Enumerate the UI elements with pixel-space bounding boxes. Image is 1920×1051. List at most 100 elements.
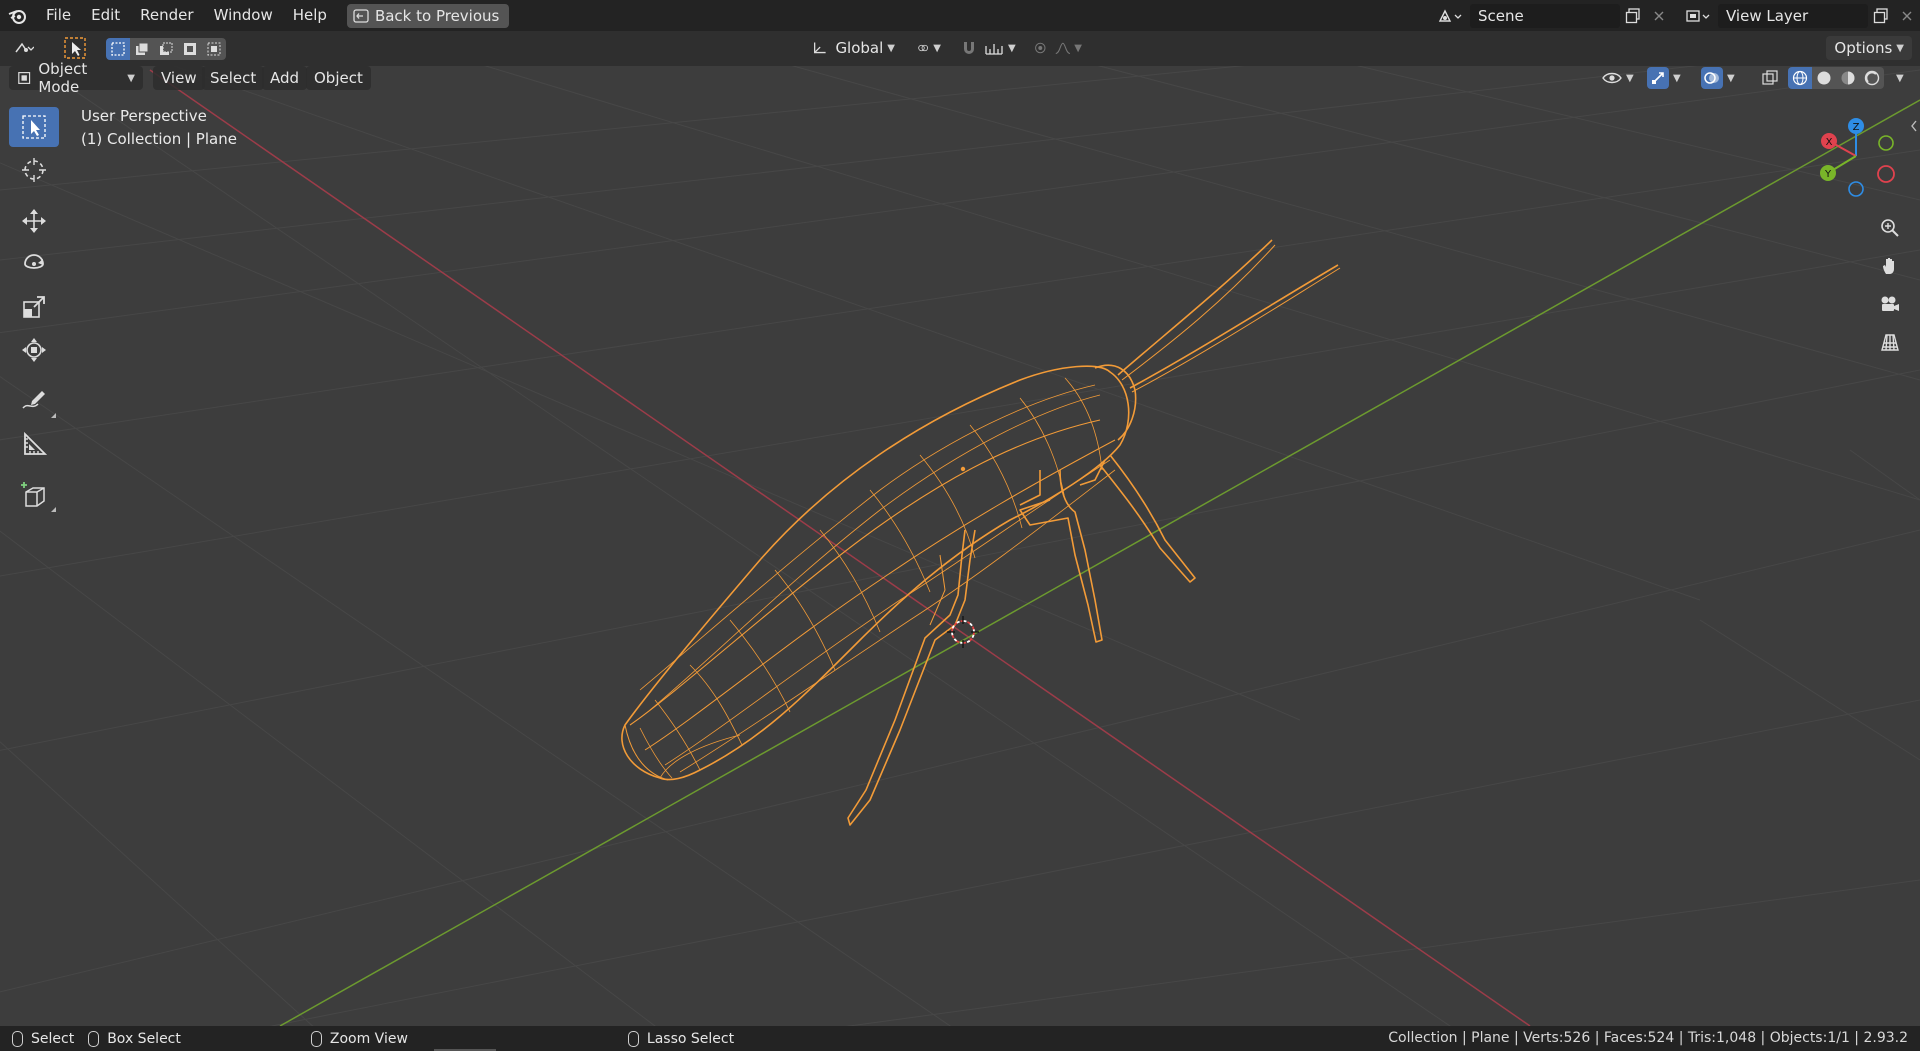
gizmo-neg-x-icon[interactable] [1877,165,1895,183]
snap-magnet-icon [964,42,974,54]
new-view-layer-icon[interactable] [1868,4,1894,28]
proportional-editing-controls[interactable]: ▼ [1026,36,1090,60]
proportional-edit-icon [1035,42,1046,54]
navigation-gizmo[interactable]: Z X Y [1806,111,1906,201]
cursor-tool[interactable] [9,150,59,190]
scale-icon [23,296,45,318]
chevron-down-icon: ▼ [1673,72,1681,84]
3d-viewport[interactable]: User Perspective (1) Collection | Plane … [0,31,1920,1026]
overlays-toggle[interactable]: ▼ [1698,66,1744,90]
3d-cursor-marker[interactable] [947,616,979,648]
floor-grid [0,39,1920,1026]
pan-hand-icon[interactable] [1873,249,1907,283]
insect-wireframe-mesh[interactable] [621,239,1341,826]
overlays-icon[interactable] [1701,67,1723,89]
delete-view-layer-icon[interactable] [1894,4,1920,28]
gizmo-neg-z-icon[interactable] [1848,181,1864,197]
annotate-tool[interactable] [9,381,59,421]
mode-difference-selection-icon[interactable] [178,38,202,60]
select-box-tool[interactable] [9,107,59,147]
annotate-pencil-icon [22,391,45,409]
snapping-controls[interactable]: ▼ [952,36,1024,60]
status-bar: Select Box Select Zoom View Lasso Select… [0,1026,1920,1051]
chevron-down-icon: ▼ [1896,42,1904,54]
mouse-right-icon [627,1030,639,1047]
add-cube-tool[interactable] [9,475,59,515]
options-dropdown[interactable]: Options ▼ [1826,36,1912,60]
view-layer-name-field[interactable]: View Layer [1718,3,1868,28]
y-axis-line [279,99,1920,1026]
hint-box-select: Box Select [88,1030,181,1047]
interaction-mode-dropdown[interactable]: Object Mode ▼ [9,60,143,96]
hint-lasso-select-label: Lasso Select [646,1030,735,1047]
chevron-down-icon: ▼ [1074,42,1082,54]
tool-variants-indicator [51,507,56,512]
scene-name-field[interactable]: Scene [1470,3,1620,28]
viewport-scene [0,39,1920,1026]
snap-increment-icon [985,44,1003,55]
svg-text:Y: Y [1824,169,1832,180]
pivot-point-dropdown[interactable]: ▼ [909,36,949,60]
top-menu-bar: File Edit Render Window Help Back to Pre… [0,0,1920,31]
wireframe-shading-icon[interactable] [1788,67,1812,89]
menu-window[interactable]: Window [204,0,283,31]
sidebar-expand-icon[interactable] [1910,118,1918,136]
editor-type-icon[interactable] [6,36,48,60]
gizmo-toggle[interactable]: ▼ [1644,66,1690,90]
back-to-previous-button[interactable]: Back to Previous [346,3,510,28]
menu-help[interactable]: Help [283,0,337,31]
menu-file[interactable]: File [36,0,81,31]
shading-options-dropdown[interactable]: ▼ [1888,66,1912,90]
move-arrows-icon [22,209,46,233]
chevron-down-icon: ▼ [127,72,135,84]
mode-new-selection-icon[interactable] [106,38,130,60]
scene-selector-icon[interactable] [1430,4,1470,28]
mode-label: Object Mode [38,60,88,96]
gizmo-icon[interactable] [1647,67,1669,89]
camera-view-icon[interactable] [1873,287,1907,321]
visibility-dropdown[interactable]: ▼ [1598,66,1638,90]
hint-zoom-view-label: Zoom View [329,1030,408,1047]
rotate-tool[interactable] [9,244,59,284]
measure-tool[interactable] [9,424,59,464]
gizmo-neg-y-icon[interactable] [1878,135,1894,151]
active-tool-icon[interactable] [60,36,90,60]
hint-lasso-select: Lasso Select [627,1030,735,1047]
mouse-scroll-icon [310,1030,322,1047]
view-layer-selector-icon[interactable] [1678,4,1718,28]
zoom-icon[interactable] [1873,211,1907,245]
move-tool[interactable] [9,201,59,241]
transform-orientation-dropdown[interactable]: Global ▼ [803,36,903,60]
blender-logo-icon[interactable] [0,0,36,31]
mode-intersect-selection-icon[interactable] [202,38,226,60]
chevron-down-icon: ▼ [1727,72,1735,84]
mouse-middle-icon [88,1030,100,1047]
scene-statistics: Collection | Plane | Verts:526 | Faces:5… [1388,1030,1908,1046]
new-scene-icon[interactable] [1620,4,1646,28]
tool-variants-indicator [51,413,56,418]
chevron-down-icon: ▼ [1626,72,1634,84]
svg-text:Z: Z [1853,122,1860,133]
falloff-curve-icon [1055,42,1070,55]
orientation-label: Global [835,39,884,57]
menu-add[interactable]: Add [262,66,308,90]
mode-subtract-selection-icon[interactable] [154,38,178,60]
menu-select[interactable]: Select [202,66,265,90]
3d-cursor-icon [22,158,46,182]
hint-select: Select [12,1030,74,1047]
solid-shading-icon[interactable] [1812,67,1836,89]
menu-object[interactable]: Object [306,66,371,90]
menu-render[interactable]: Render [130,0,203,31]
transform-tool[interactable] [9,330,59,370]
delete-scene-icon[interactable] [1646,4,1672,28]
rendered-shading-icon[interactable] [1860,67,1884,89]
scale-tool[interactable] [9,287,59,327]
material-preview-shading-icon[interactable] [1836,67,1860,89]
perspective-toggle-icon[interactable] [1873,325,1907,359]
menu-view[interactable]: View [153,66,205,90]
xray-toggle-icon[interactable] [1758,66,1784,90]
mode-extend-selection-icon[interactable] [130,38,154,60]
menu-edit[interactable]: Edit [81,0,130,31]
chevron-down-icon: ▼ [1896,72,1904,84]
chevron-down-icon: ▼ [887,42,895,54]
